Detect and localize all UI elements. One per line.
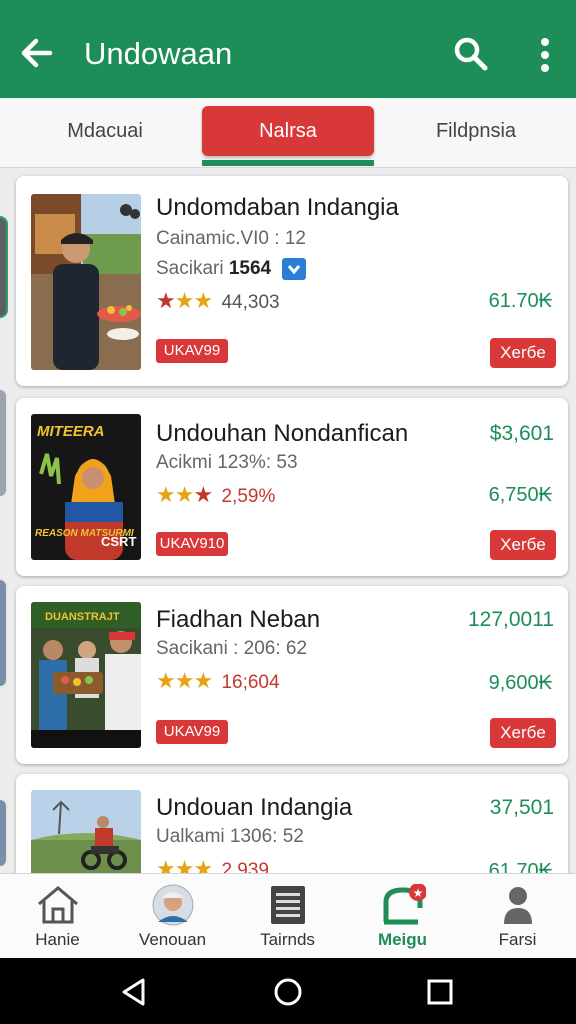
side-peek-card	[0, 578, 8, 688]
back-arrow-icon[interactable]	[20, 34, 54, 72]
star-rating-icon: ★★★	[156, 288, 213, 313]
back-triangle-icon[interactable]	[118, 976, 150, 1008]
svg-text:★: ★	[413, 886, 424, 900]
listing-meta: Acikmi 123%: 53	[156, 452, 298, 473]
listing-card[interactable]: Undouan Indangia Ualkami 1306: 52 ★★★ 2,…	[16, 774, 568, 873]
listing-action-button[interactable]: Xerбe	[490, 338, 556, 368]
search-icon[interactable]	[452, 36, 490, 72]
app-title: Undowaan	[84, 36, 233, 71]
listing-action-button[interactable]: Xerбe	[490, 718, 556, 748]
nav-label: Farsi	[498, 930, 537, 949]
listing-meta: Sacikani : 206: 62	[156, 638, 308, 659]
listing-card[interactable]: Undomdaban Indangia Cainamic.VI0 : 12 Sa…	[16, 176, 568, 386]
listing-meta: Cainamic.VI0 : 12	[156, 228, 306, 249]
nav-item-list[interactable]: Tairnds	[230, 874, 345, 959]
tab-bar: Mdacuai Nalrsa Fildpnsia	[0, 98, 576, 168]
listing-thumbnail: MITEERA REASON MATSURMI CSRT	[31, 414, 141, 560]
tab-fildpnsia[interactable]: Fildpnsia	[390, 106, 562, 156]
list-icon	[265, 884, 311, 926]
listing-rating: ★★★ 16;604	[156, 668, 280, 694]
rating-value: 2,59%	[221, 486, 276, 507]
listing-rating: ★★★ 2,939	[156, 856, 269, 873]
listing-price: 61.70₭	[488, 290, 552, 312]
side-peek-card	[0, 388, 8, 498]
listing-price: 61.70₭	[488, 860, 552, 873]
tab-mdacuai[interactable]: Mdacuai	[20, 106, 190, 156]
nav-label: Venouan	[138, 930, 207, 949]
recents-square-icon[interactable]	[424, 976, 456, 1008]
bottom-navigation: Hanie Venouan Tairnds ★ Meigu Farsi	[0, 873, 576, 958]
listing-title: Undouhan Nondanfican	[156, 420, 409, 447]
listing-card[interactable]: DUANSTRAJT Fiadhan Neban Sacikani : 206:…	[16, 586, 568, 764]
home-icon	[35, 884, 81, 926]
star-rating-icon: ★★★	[156, 856, 213, 873]
nav-label: Tairnds	[260, 930, 315, 949]
star-rating-icon: ★★★	[156, 482, 213, 507]
rating-value: 16;604	[221, 672, 280, 693]
side-peek-card	[0, 798, 8, 868]
listing-title: Fiadhan Neban	[156, 606, 321, 633]
rating-value: 44,303	[221, 292, 280, 313]
poster-banner-text: DUANSTRAJT	[45, 611, 120, 623]
star-rating-icon: ★★★	[156, 668, 213, 693]
listing-thumbnail: DUANSTRAJT	[31, 602, 141, 748]
listing-rating: ★★★ 2,59%	[156, 482, 275, 508]
listing-list[interactable]: Undomdaban Indangia Cainamic.VI0 : 12 Sa…	[0, 168, 576, 873]
app-bar: Undowaan	[0, 0, 576, 98]
listing-action-button[interactable]: Xerбe	[490, 530, 556, 560]
listing-title: Undomdaban Indangia	[156, 194, 399, 221]
listing-tag: UKAV99	[156, 720, 228, 744]
person-icon	[495, 884, 541, 926]
home-circle-icon[interactable]	[272, 976, 304, 1008]
verified-badge-icon	[282, 258, 307, 280]
poster-side-text: CSRT	[101, 534, 136, 549]
nav-label: Meigu	[377, 930, 428, 949]
listing-price-top: 127,0011	[467, 608, 554, 631]
listing-tag: UKAV99	[156, 339, 228, 363]
listing-price: 6,750₭	[488, 484, 552, 506]
seller-label: Sacikari	[156, 258, 224, 280]
system-navigation-bar	[0, 958, 576, 1024]
poster-title-text: MITEERA	[37, 423, 105, 440]
bag-icon: ★	[380, 883, 427, 926]
side-peek-card	[0, 216, 8, 318]
rating-value: 2,939	[221, 860, 269, 873]
listing-price: 9,600₭	[488, 672, 552, 694]
listing-meta: Ualkami 1306: 52	[156, 826, 304, 847]
nav-item-home[interactable]: Hanie	[0, 874, 115, 959]
listing-price-top: $3,601	[489, 422, 554, 445]
nav-label: Hanie	[35, 930, 80, 949]
nav-item-bag[interactable]: ★ Meigu	[345, 874, 460, 959]
listing-thumbnail	[31, 194, 141, 370]
listing-tag: UKAV910	[156, 532, 228, 556]
app-screen: Undowaan Mdacuai Nalrsa Fildpnsia Undomd…	[0, 0, 576, 1024]
listing-rating: ★★★ 44,303	[156, 288, 280, 314]
avatar-icon	[150, 884, 196, 926]
listing-thumbnail	[31, 790, 141, 873]
tab-nalrsa[interactable]: Nalrsa	[202, 106, 374, 156]
listing-seller: Sacikari 1564	[156, 258, 307, 280]
listing-title: Undouan Indangia	[156, 794, 353, 821]
listing-price-top: 37,501	[489, 796, 554, 819]
seller-count: 1564	[228, 258, 272, 280]
nav-item-profile[interactable]: Venouan	[115, 874, 230, 959]
listing-card[interactable]: MITEERA REASON MATSURMI CSRT Undouhan No…	[16, 398, 568, 576]
more-vert-icon[interactable]	[532, 36, 558, 74]
nav-item-person[interactable]: Farsi	[460, 874, 575, 959]
active-tab-indicator	[202, 160, 374, 166]
